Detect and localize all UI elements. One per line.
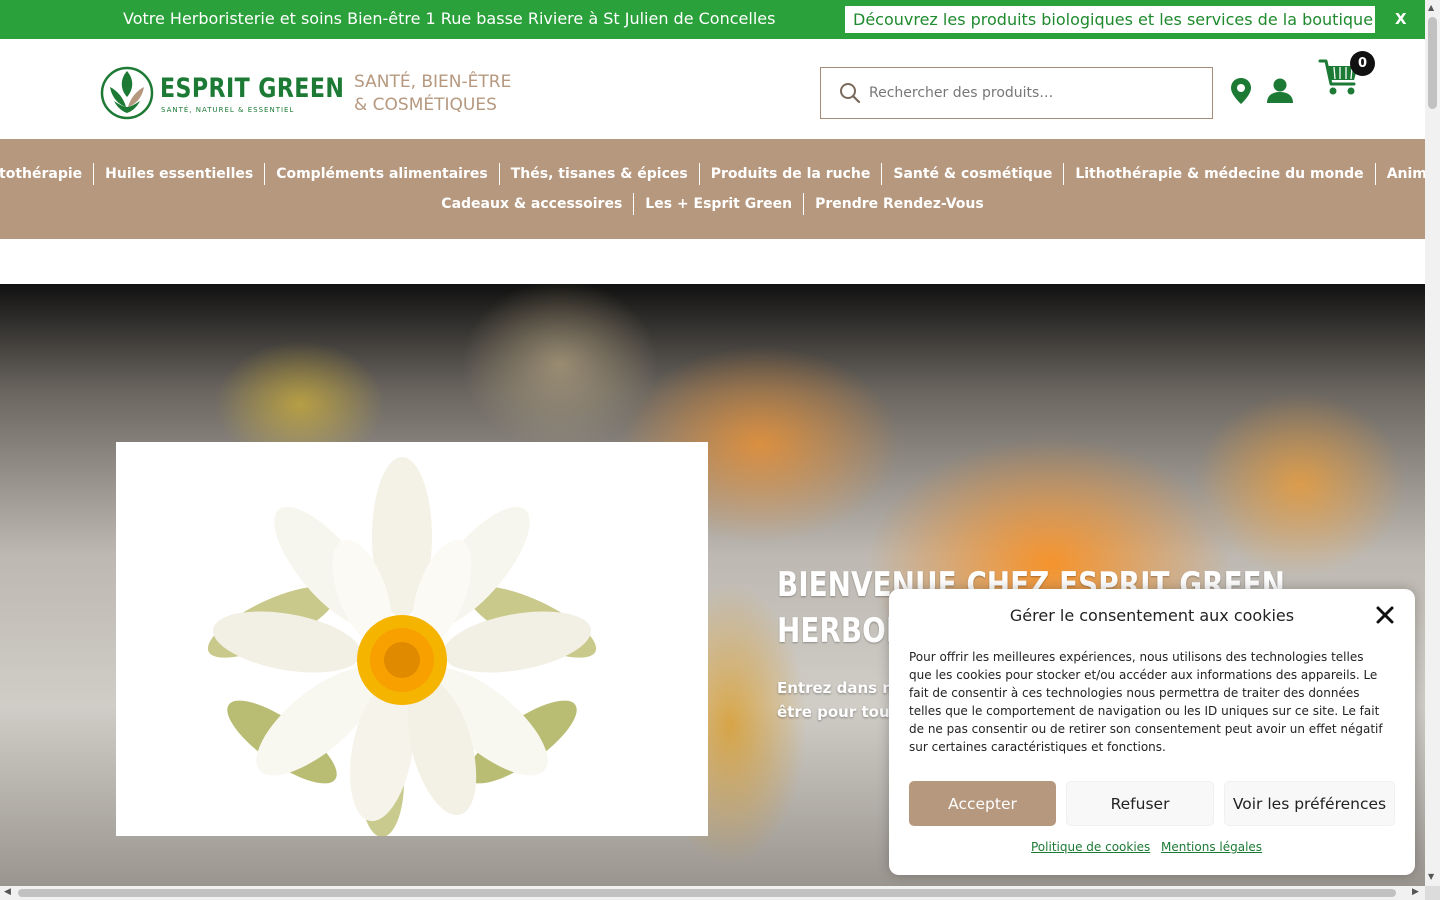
accept-cookies-button[interactable]: Accepter xyxy=(909,781,1056,826)
nav-item-thes-tisanes-epices[interactable]: Thés, tisanes & épices xyxy=(498,163,699,185)
nav-item-produits-ruche[interactable]: Produits de la ruche xyxy=(698,163,882,185)
map-pin-icon[interactable] xyxy=(1230,77,1252,105)
nav-row-2: Cadeaux & accessoires Les + Esprit Green… xyxy=(0,193,1425,215)
cookie-dialog-title: Gérer le consentement aux cookies xyxy=(1009,606,1295,625)
nav-item-cadeaux-accessoires[interactable]: Cadeaux & accessoires xyxy=(430,193,633,215)
slogan-line-2: & COSMÉTIQUES xyxy=(354,95,497,115)
scroll-right-arrow-icon[interactable]: ▶ xyxy=(1412,887,1419,897)
horizontal-scroll-thumb[interactable] xyxy=(18,889,1396,897)
horizontal-scrollbar[interactable]: ◀ ▶ xyxy=(0,886,1425,900)
vertical-scrollbar[interactable]: ▲ ▼ xyxy=(1425,0,1440,886)
close-icon[interactable] xyxy=(1376,606,1394,624)
user-icon[interactable] xyxy=(1266,78,1294,104)
legal-notice-link[interactable]: Mentions légales xyxy=(1161,840,1262,854)
nav-item-lithotherapie[interactable]: Lithothérapie & médecine du monde xyxy=(1063,163,1374,185)
scroll-left-arrow-icon[interactable]: ◀ xyxy=(4,887,11,897)
cookie-preferences-button[interactable]: Voir les préférences xyxy=(1224,781,1395,826)
nav-item-les-plus-esprit-green[interactable]: Les + Esprit Green xyxy=(633,193,803,215)
header-slogan: SANTÉ, BIEN-ÊTRE & COSMÉTIQUES xyxy=(354,71,511,117)
search-input[interactable] xyxy=(869,68,1199,118)
slogan-line-1: SANTÉ, BIEN-ÊTRE xyxy=(354,72,512,92)
nav-item-complements-alimentaires[interactable]: Compléments alimentaires xyxy=(264,163,499,185)
announcement-cta-link[interactable]: Découvrez les produits biologiques et le… xyxy=(845,6,1375,33)
nav-row-1: Phytothérapie Huiles essentielles Complé… xyxy=(0,163,1440,185)
scroll-up-arrow-icon[interactable]: ▲ xyxy=(1428,3,1434,12)
cookie-dialog-body: Pour offrir les meilleures expériences, … xyxy=(909,650,1383,754)
nav-item-prendre-rendez-vous[interactable]: Prendre Rendez-Vous xyxy=(803,193,995,215)
logo-wordmark: ESPRIT GREEN xyxy=(160,73,345,104)
hero-product-photo xyxy=(116,442,708,837)
search-icon[interactable] xyxy=(839,82,861,104)
nav-item-huiles-essentielles[interactable]: Huiles essentielles xyxy=(93,163,264,185)
product-search-box[interactable] xyxy=(820,67,1213,119)
nav-item-sante-cosmetique[interactable]: Santé & cosmétique xyxy=(881,163,1063,185)
nav-item-phytotherapie[interactable]: Phytothérapie xyxy=(0,163,93,185)
scrollbar-corner xyxy=(1425,886,1440,900)
cart-count-badge: 0 xyxy=(1350,51,1375,76)
top-announcement-bar: Votre Herboristerie et soins Bien-être 1… xyxy=(0,0,1425,39)
cookie-policy-link[interactable]: Politique de cookies xyxy=(1031,840,1150,854)
site-header: ESPRIT GREEN SANTÉ, NATUREL & ESSENTIEL … xyxy=(0,39,1425,139)
main-navigation: Phytothérapie Huiles essentielles Complé… xyxy=(0,139,1440,239)
announcement-text: Votre Herboristerie et soins Bien-être 1… xyxy=(123,9,776,28)
scroll-down-arrow-icon[interactable]: ▼ xyxy=(1428,872,1434,881)
deny-cookies-button[interactable]: Refuser xyxy=(1066,781,1214,826)
site-logo[interactable]: ESPRIT GREEN SANTÉ, NATUREL & ESSENTIEL xyxy=(100,65,344,121)
cookie-consent-dialog: Gérer le consentement aux cookies Pour o… xyxy=(889,589,1415,875)
vertical-scroll-thumb[interactable] xyxy=(1428,17,1437,109)
water-lily-image xyxy=(207,457,597,837)
announcement-close-button[interactable]: X xyxy=(1395,10,1407,28)
leaf-logo-icon xyxy=(100,66,154,120)
logo-tagline: SANTÉ, NATUREL & ESSENTIEL xyxy=(161,106,295,114)
